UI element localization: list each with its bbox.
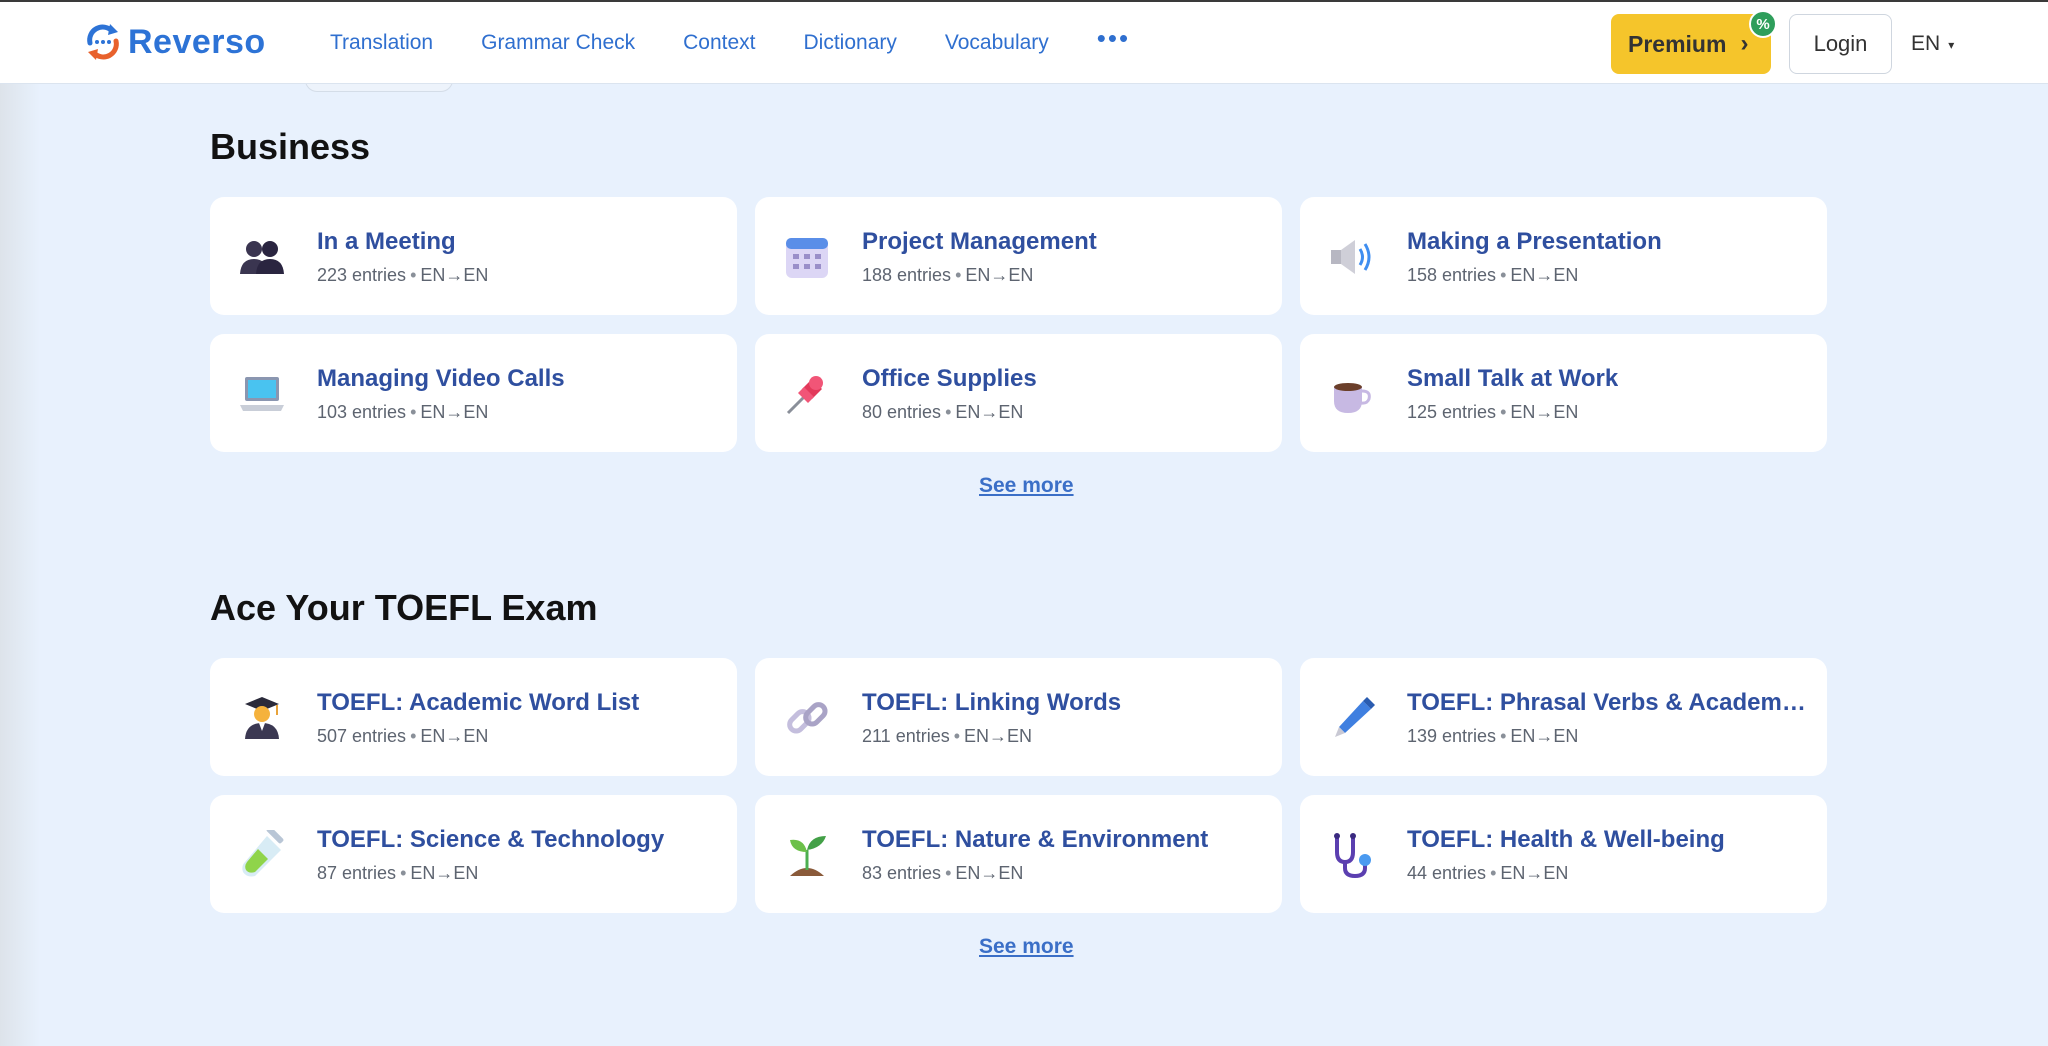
pushpin-icon	[781, 368, 833, 420]
card-meta: 80 entries • EN→EN	[862, 402, 1024, 422]
calendar-icon	[781, 231, 833, 283]
card-title: Making a Presentation	[1407, 228, 1662, 255]
card-meta: 103 entries • EN→EN	[317, 402, 489, 422]
card-title: Small Talk at Work	[1407, 365, 1619, 392]
card-title: Managing Video Calls	[317, 365, 565, 392]
stethoscope-icon	[1326, 829, 1378, 881]
section-title-toefl: Ace Your TOEFL Exam	[210, 587, 598, 628]
see-more-business-link[interactable]: See more	[979, 474, 1074, 498]
card-small-talk-at-work[interactable]: Small Talk at Work 125 entries • EN→EN	[1300, 334, 1827, 452]
card-toefl-phrasal-verbs[interactable]: TOEFL: Phrasal Verbs & Academic ... 139 …	[1300, 658, 1827, 776]
seedling-icon	[781, 829, 833, 881]
card-project-management[interactable]: Project Management 188 entries • EN→EN	[755, 197, 1282, 315]
card-title: Office Supplies	[862, 365, 1037, 392]
language-selector[interactable]: EN ▾	[1911, 14, 1954, 74]
discount-badge-icon: %	[1749, 10, 1777, 38]
reverso-logo[interactable]: Reverso	[82, 21, 266, 63]
card-in-a-meeting[interactable]: In a Meeting 223 entries • EN→EN	[210, 197, 737, 315]
left-edge-shade	[0, 0, 40, 1046]
card-meta: 44 entries • EN→EN	[1407, 863, 1569, 883]
card-title: TOEFL: Science & Technology	[317, 826, 665, 853]
section-title-business: Business	[210, 126, 371, 167]
nav-dictionary[interactable]: Dictionary	[804, 31, 897, 55]
card-meta: 139 entries • EN→EN	[1407, 726, 1579, 746]
top-navigation-bar: Reverso Translation Grammar Check Contex…	[0, 2, 2048, 84]
card-making-a-presentation[interactable]: Making a Presentation 158 entries • EN→EN	[1300, 197, 1827, 315]
card-managing-video-calls[interactable]: Managing Video Calls 103 entries • EN→EN	[210, 334, 737, 452]
test-tube-icon	[236, 829, 288, 881]
card-title: In a Meeting	[317, 228, 456, 255]
card-toefl-academic-word-list[interactable]: TOEFL: Academic Word List 507 entries • EN…	[210, 658, 737, 776]
nav-vocabulary[interactable]: Vocabulary	[945, 31, 1049, 55]
card-toefl-nature-environment[interactable]: TOEFL: Nature & Environment 83 entries • E…	[755, 795, 1282, 913]
card-meta: 188 entries • EN→EN	[862, 265, 1034, 285]
card-title: TOEFL: Nature & Environment	[862, 826, 1209, 853]
language-label: EN	[1911, 32, 1941, 55]
graduate-icon	[236, 692, 288, 744]
laptop-icon	[236, 368, 288, 420]
card-title: TOEFL: Academic Word List	[317, 689, 640, 716]
people-icon	[236, 231, 288, 283]
main-nav: Translation Grammar Check Context Dictio…	[330, 2, 1178, 84]
card-meta: 87 entries • EN→EN	[317, 863, 479, 883]
card-title: TOEFL: Phrasal Verbs & Academic ...	[1407, 689, 1807, 716]
speaker-icon	[1326, 231, 1378, 283]
login-button[interactable]: Login	[1789, 14, 1892, 74]
card-title: Project Management	[862, 228, 1097, 255]
coffee-icon	[1326, 368, 1378, 420]
card-meta: 507 entries • EN→EN	[317, 726, 489, 746]
card-meta: 125 entries • EN→EN	[1407, 402, 1579, 422]
card-title: TOEFL: Health & Well-being	[1407, 826, 1725, 853]
nav-grammar-check[interactable]: Grammar Check	[481, 31, 635, 55]
card-title: TOEFL: Linking Words	[862, 689, 1122, 716]
chevron-right-icon: ›	[1740, 30, 1749, 57]
window-top-border	[0, 0, 2048, 2]
see-more-toefl-link[interactable]: See more	[979, 935, 1074, 959]
card-toefl-science-technology[interactable]: TOEFL: Science & Technology 87 entries • E…	[210, 795, 737, 913]
card-office-supplies[interactable]: Office Supplies 80 entries • EN→EN	[755, 334, 1282, 452]
caret-down-icon: ▾	[1948, 38, 1955, 52]
card-meta: 158 entries • EN→EN	[1407, 265, 1579, 285]
premium-button[interactable]: Premium ›	[1611, 14, 1771, 74]
card-toefl-health-wellbeing[interactable]: TOEFL: Health & Well-being 44 entries • EN…	[1300, 795, 1827, 913]
reverso-logo-icon	[87, 24, 119, 60]
more-options-icon[interactable]: •••	[1097, 23, 1130, 54]
card-meta: 211 entries • EN→EN	[862, 726, 1033, 746]
pen-icon	[1326, 692, 1378, 744]
card-toefl-linking-words[interactable]: TOEFL: Linking Words 211 entries • EN→EN	[755, 658, 1282, 776]
link-icon	[781, 692, 833, 744]
logo-text: Reverso	[128, 22, 266, 61]
card-meta: 223 entries • EN→EN	[317, 265, 489, 285]
card-meta: 83 entries • EN→EN	[862, 863, 1024, 883]
nav-translation[interactable]: Translation	[330, 31, 433, 55]
premium-label: Premium	[1628, 30, 1727, 57]
nav-context[interactable]: Context	[683, 31, 755, 55]
